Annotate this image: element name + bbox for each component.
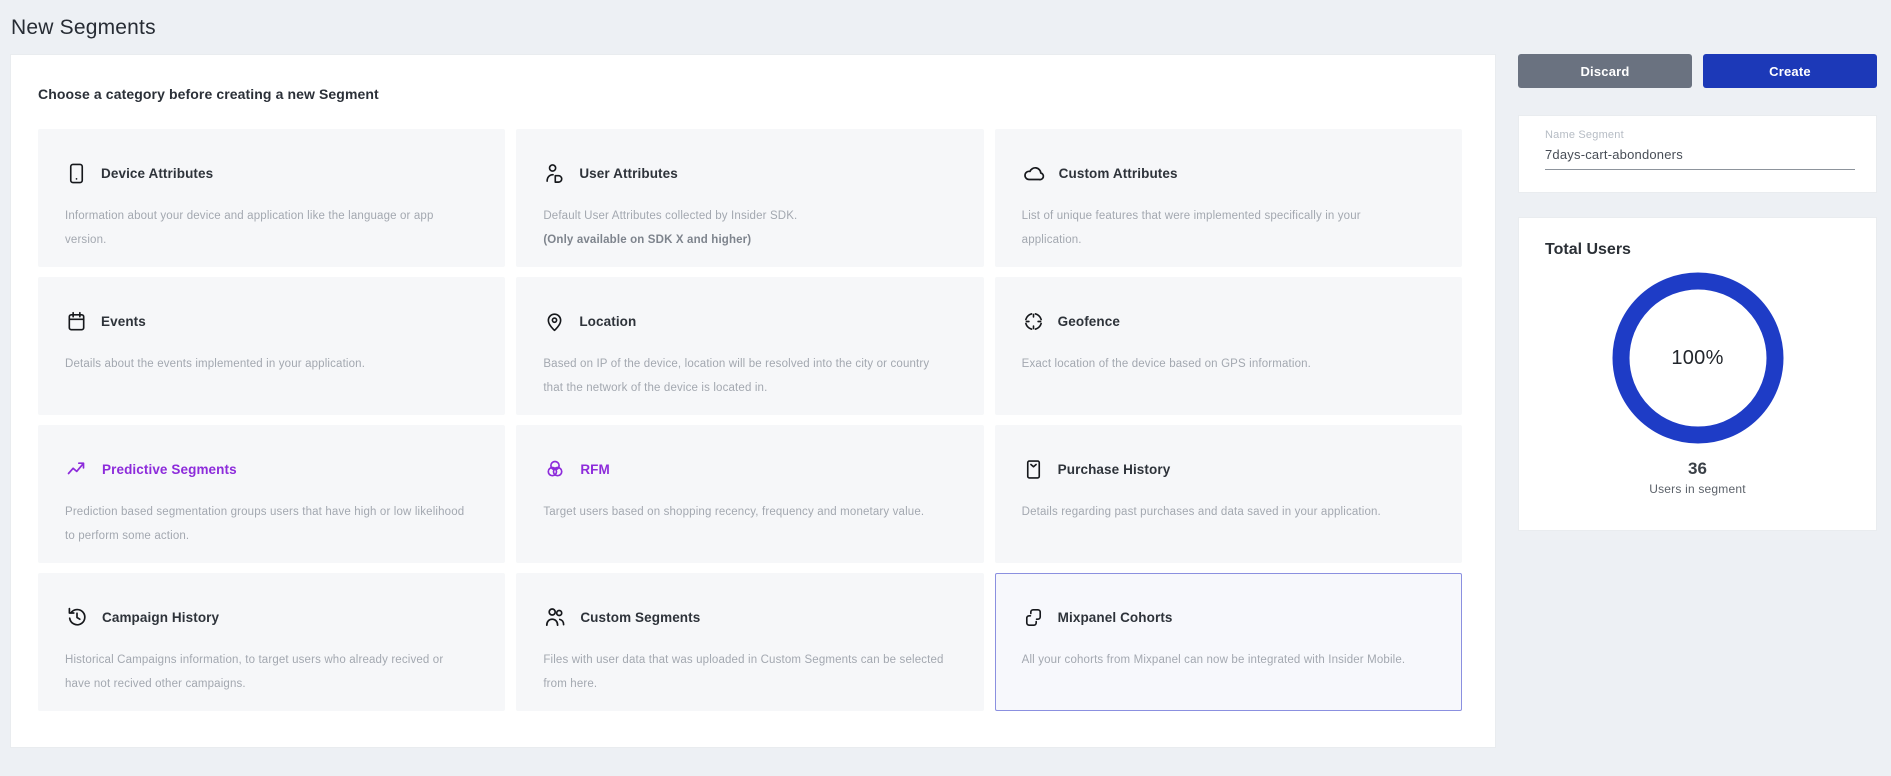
rfm-venn-icon [543, 457, 567, 481]
category-title: Device Attributes [101, 166, 213, 181]
category-title: Campaign History [102, 610, 219, 625]
category-card-custom-segments[interactable]: Custom Segments Files with user data that… [516, 573, 983, 711]
name-segment-card: Name Segment [1518, 115, 1877, 193]
category-card-mixpanel-cohorts[interactable]: Mixpanel Cohorts All your cohorts from Mi… [995, 573, 1462, 711]
category-card-header: Mixpanel Cohorts [1022, 604, 1435, 630]
user-icon [543, 162, 566, 185]
category-card-header: Custom Attributes [1022, 160, 1435, 186]
category-description-note: (Only available on SDK X and higher) [543, 229, 945, 253]
category-card-custom-attributes[interactable]: Custom Attributes List of unique features… [995, 129, 1462, 267]
category-description: Historical Campaigns information, to tar… [65, 649, 467, 696]
category-description: Exact location of the device based on GP… [1022, 353, 1424, 377]
sidebar: Discard Create Name Segment Total Users … [1518, 54, 1877, 531]
category-card-header: User Attributes [543, 160, 956, 186]
category-title: RFM [580, 462, 610, 477]
receipt-icon [1022, 458, 1045, 481]
category-description: Details regarding past purchases and dat… [1022, 501, 1424, 525]
category-grid: Device Attributes Information about your … [38, 129, 1462, 711]
category-title: Events [101, 314, 146, 329]
category-description: Files with user data that was uploaded i… [543, 649, 945, 696]
history-clock-icon [65, 605, 89, 629]
page-title: New Segments [11, 16, 156, 40]
name-segment-label: Name Segment [1545, 129, 1855, 141]
category-title: Mixpanel Cohorts [1058, 610, 1173, 625]
action-buttons: Discard Create [1518, 54, 1877, 88]
calendar-icon [65, 310, 88, 333]
category-title: Custom Segments [580, 610, 700, 625]
category-card-user-attributes[interactable]: User Attributes Default User Attributes c… [516, 129, 983, 267]
category-card-device-attributes[interactable]: Device Attributes Information about your … [38, 129, 505, 267]
create-button[interactable]: Create [1703, 54, 1877, 88]
category-description: Details about the events implemented in … [65, 353, 467, 377]
category-card-header: Predictive Segments [65, 456, 478, 482]
cloud-icon [1022, 161, 1046, 185]
geofence-icon [1022, 310, 1045, 333]
name-segment-input[interactable] [1545, 147, 1855, 170]
category-card-header: Geofence [1022, 308, 1435, 334]
category-description: List of unique features that were implem… [1022, 205, 1424, 252]
users-count-caption: Users in segment [1519, 482, 1876, 496]
category-card-campaign-history[interactable]: Campaign History Historical Campaigns inf… [38, 573, 505, 711]
category-description: Prediction based segmentation groups use… [65, 501, 467, 548]
discard-button[interactable]: Discard [1518, 54, 1692, 88]
category-card-rfm[interactable]: RFM Target users based on shopping recenc… [516, 425, 983, 563]
category-card-header: RFM [543, 456, 956, 482]
category-description: Based on IP of the device, location will… [543, 353, 945, 400]
category-card-header: Custom Segments [543, 604, 956, 630]
category-description: Target users based on shopping recency, … [543, 501, 945, 525]
category-card-predictive-segments[interactable]: Predictive Segments Prediction based segm… [38, 425, 505, 563]
cohorts-icon [1022, 606, 1045, 629]
category-title: Purchase History [1058, 462, 1171, 477]
category-title: Custom Attributes [1059, 166, 1178, 181]
category-card-purchase-history[interactable]: Purchase History Details regarding past p… [995, 425, 1462, 563]
category-card-header: Events [65, 308, 478, 334]
trend-up-icon [65, 457, 89, 481]
category-title: Location [579, 314, 636, 329]
users-count: 36 [1519, 459, 1876, 479]
users-icon [543, 605, 567, 629]
category-card-header: Purchase History [1022, 456, 1435, 482]
category-card-header: Campaign History [65, 604, 478, 630]
category-card-location[interactable]: Location Based on IP of the device, locat… [516, 277, 983, 415]
category-title: Predictive Segments [102, 462, 237, 477]
total-users-donut: 100% [1610, 270, 1786, 446]
category-description: Information about your device and applic… [65, 205, 467, 252]
total-users-heading: Total Users [1545, 241, 1876, 259]
category-description: Default User Attributes collected by Ins… [543, 205, 945, 252]
total-users-card: Total Users 100% 36 Users in segment [1518, 217, 1877, 531]
category-card-header: Device Attributes [65, 160, 478, 186]
donut-percent-label: 100% [1610, 270, 1786, 446]
map-pin-icon [543, 310, 566, 333]
category-card-header: Location [543, 308, 956, 334]
category-title: Geofence [1058, 314, 1120, 329]
category-title: User Attributes [579, 166, 678, 181]
category-card-events[interactable]: Events Details about the events implement… [38, 277, 505, 415]
category-panel: Choose a category before creating a new … [10, 54, 1496, 748]
panel-heading: Choose a category before creating a new … [38, 86, 379, 102]
device-icon [65, 162, 88, 185]
category-card-geofence[interactable]: Geofence Exact location of the device bas… [995, 277, 1462, 415]
category-description: All your cohorts from Mixpanel can now b… [1022, 649, 1424, 673]
